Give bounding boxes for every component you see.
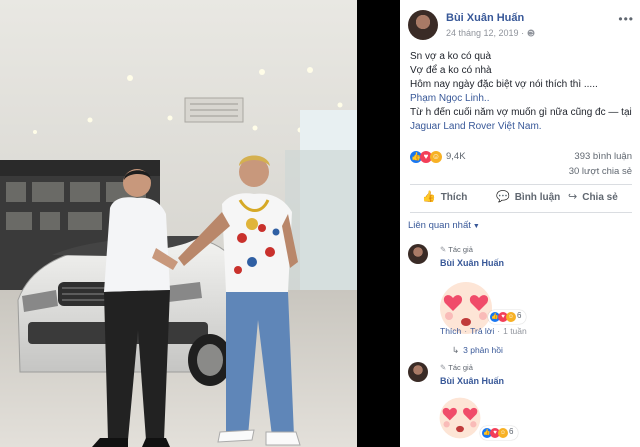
tagged-person-link[interactable]: Phạm Ngọc Linh.. bbox=[410, 92, 632, 106]
comment-reactions[interactable]: 👍 ♥ ☺ 6 bbox=[480, 426, 518, 440]
badge-label: Tác giả bbox=[448, 363, 473, 372]
pen-icon: ✎ bbox=[440, 245, 447, 254]
share-label: Chia sẻ bbox=[582, 192, 618, 203]
post-line: Hôm nay ngày đặc biệt vợ nói thích thì .… bbox=[410, 79, 598, 90]
share-button[interactable]: ↪ Chia sẻ bbox=[568, 190, 618, 203]
thumbs-up-icon: 👍 bbox=[422, 191, 436, 203]
post-text: Sn vợ a ko có quà Vợ để a ko có nhà Hôm … bbox=[410, 50, 632, 134]
post-side-panel: Bùi Xuân Huấn 24 tháng 12, 2019 · ••• Sn… bbox=[400, 0, 640, 447]
comment-reaction-count: 6 bbox=[509, 427, 514, 436]
commenter-name[interactable]: Bùi Xuân Huấn bbox=[440, 376, 504, 386]
post-line: Từ h đến cuối năm vợ muốn gì nữa cũng đc… bbox=[410, 106, 632, 120]
share-count[interactable]: 30 lượt chia sẻ bbox=[410, 166, 632, 177]
comment-count[interactable]: 393 bình luận bbox=[574, 151, 632, 162]
comment-reactions[interactable]: 👍 ♥ ☺ 6 bbox=[488, 310, 526, 324]
commenter-name[interactable]: Bùi Xuân Huấn bbox=[440, 258, 504, 268]
like-button[interactable]: 👍 Thích bbox=[422, 190, 467, 203]
author-badge: ✎ Tác giả bbox=[440, 363, 473, 372]
comment-reaction-count: 6 bbox=[517, 311, 522, 320]
comment-sort-dropdown[interactable]: Liên quan nhất ▼ bbox=[408, 220, 480, 231]
showroom-photo-image bbox=[0, 0, 357, 447]
post-line-text: Từ h đến cuối năm vợ muốn gì nữa cũng đc bbox=[410, 107, 606, 118]
author-badge: ✎ Tác giả bbox=[440, 245, 473, 254]
post-photo[interactable] bbox=[0, 0, 357, 447]
location-link[interactable]: Jaguar Land Rover Việt Nam. bbox=[410, 120, 632, 134]
badge-label: Tác giả bbox=[448, 245, 473, 254]
haha-reaction-icon: ☺ bbox=[498, 428, 508, 438]
reaction-count[interactable]: 9,4K bbox=[446, 151, 466, 162]
comment-actions: Thích · Trả lời · 1 tuần bbox=[440, 326, 527, 336]
haha-reaction-icon: ☺ bbox=[506, 312, 516, 322]
like-label: Thích bbox=[440, 192, 468, 203]
location-prefix: — tại bbox=[608, 107, 632, 118]
post-meta: 24 tháng 12, 2019 · bbox=[446, 28, 535, 38]
comment-button[interactable]: 💬 Bình luận bbox=[496, 190, 560, 203]
share-icon: ↪ bbox=[568, 191, 578, 203]
comment-item: ✎ Tác giả Bùi Xuân Huấn 👍 ♥ ☺ 6 bbox=[408, 362, 636, 447]
post-line: Sn vợ a ko có quà bbox=[410, 51, 492, 62]
caret-down-icon: ▼ bbox=[472, 223, 480, 230]
pen-icon: ✎ bbox=[440, 363, 447, 372]
post-date[interactable]: 24 tháng 12, 2019 bbox=[446, 28, 519, 38]
comment-age[interactable]: 1 tuần bbox=[503, 326, 527, 336]
ellipsis-icon[interactable]: ••• bbox=[618, 12, 634, 26]
comment-label: Bình luận bbox=[514, 192, 561, 203]
comment-item: ✎ Tác giả Bùi Xuân Huấn 👍 ♥ ☺ 6 Thích · Trả… bbox=[408, 244, 636, 360]
post-actions: 👍 Thích 💬 Bình luận ↪ Chia sẻ bbox=[410, 190, 632, 210]
commenter-avatar[interactable] bbox=[408, 362, 428, 382]
comment-like-link[interactable]: Thích bbox=[440, 326, 461, 336]
divider bbox=[410, 212, 632, 213]
author-avatar[interactable] bbox=[408, 10, 438, 40]
post-line: Vợ để a ko có nhà bbox=[410, 65, 492, 76]
globe-icon: · bbox=[521, 28, 535, 38]
author-name[interactable]: Bùi Xuân Huấn bbox=[446, 12, 524, 24]
view-replies-link[interactable]: ↳ 3 phản hồi bbox=[452, 345, 503, 356]
sort-label: Liên quan nhất bbox=[408, 220, 471, 231]
replies-label: 3 phản hồi bbox=[463, 345, 503, 355]
comment-reply-link[interactable]: Trả lời bbox=[470, 326, 494, 336]
heart-eyes-sticker bbox=[439, 397, 481, 439]
comment-icon: 💬 bbox=[496, 191, 510, 203]
divider bbox=[410, 184, 632, 185]
post-header: Bùi Xuân Huấn 24 tháng 12, 2019 · ••• bbox=[408, 10, 640, 42]
haha-reaction-icon[interactable]: ☺ bbox=[430, 151, 442, 163]
reply-arrow-icon: ↳ bbox=[452, 345, 460, 355]
commenter-avatar[interactable] bbox=[408, 244, 428, 264]
